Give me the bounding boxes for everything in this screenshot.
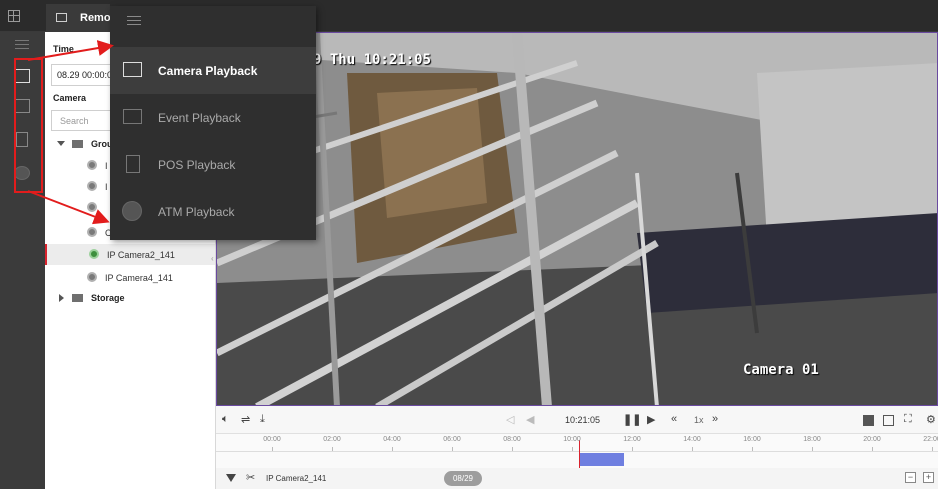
- camera-item-label: I: [105, 182, 108, 192]
- apps-grid-icon[interactable]: [8, 10, 20, 22]
- timeline-camera-name: IP Camera2_141: [266, 474, 327, 483]
- timeline-tick-label: 22:00: [923, 436, 938, 443]
- menu-icon[interactable]: [15, 40, 29, 52]
- timeline-tick-label: 18:00: [803, 436, 821, 443]
- filter-icon[interactable]: [226, 474, 236, 482]
- timeline-tick: [752, 447, 753, 451]
- menu-icon[interactable]: [127, 16, 141, 28]
- current-time-display: 10:21:05: [565, 415, 601, 425]
- timeline-tick: [392, 447, 393, 451]
- zoom-in-button[interactable]: +: [923, 472, 934, 483]
- menu-item-event-playback[interactable]: Event Playback: [110, 94, 316, 141]
- camera-icon: [87, 181, 97, 191]
- camera-item-label: I: [105, 161, 108, 171]
- tree-camera-row-selected[interactable]: IP Camera2_141: [45, 244, 215, 265]
- timeline-tick: [452, 447, 453, 451]
- timeline-cursor[interactable]: [579, 440, 580, 468]
- video-view[interactable]: 9 Thu 10:21:05 Camera 01: [216, 32, 938, 406]
- menu-item-label: POS Playback: [158, 158, 236, 172]
- annotation-highlight-box: [14, 58, 43, 193]
- snapshot-icon[interactable]: [863, 415, 874, 426]
- volume-icon[interactable]: 🔈︎: [222, 413, 229, 426]
- timeline-tick-label: 14:00: [683, 436, 701, 443]
- timeline-axis: [216, 451, 938, 452]
- folder-icon: [72, 140, 83, 148]
- timeline-tick: [812, 447, 813, 451]
- menu-item-label: Event Playback: [158, 111, 241, 125]
- download-icon[interactable]: ⤓: [260, 413, 265, 426]
- timeline-tick: [872, 447, 873, 451]
- pos-playback-icon: [126, 155, 140, 173]
- date-badge[interactable]: 08/29: [444, 471, 482, 486]
- timeline[interactable]: 00:00 02:00 04:00 06:00 08:00 10:00 12:00 14:00…: [216, 434, 938, 468]
- menu-item-label: ATM Playback: [158, 205, 235, 219]
- clip-scissors-icon[interactable]: ✂: [246, 471, 255, 484]
- timeline-tick-label: 08:00: [503, 436, 521, 443]
- reverse-frame-icon[interactable]: ◁: [506, 413, 514, 426]
- atm-playback-icon: [122, 201, 142, 221]
- playback-controls: 🔈︎ ⇌ ⤓ ◁ ◀ 10:21:05 ❚❚ ▶ « 1x » ⛶ ⚙: [216, 406, 938, 434]
- slow-down-icon[interactable]: «: [671, 413, 677, 425]
- selected-camera-label: IP Camera2_141: [107, 250, 175, 260]
- collapse-panel-handle[interactable]: ‹: [211, 254, 215, 264]
- timeline-tick: [512, 447, 513, 451]
- menu-item-atm-playback[interactable]: ATM Playback: [110, 188, 316, 235]
- timeline-tick-label: 00:00: [263, 436, 281, 443]
- storage-label: Storage: [91, 293, 125, 303]
- playback-speed: 1x: [694, 415, 704, 425]
- timeline-tick-label: 10:00: [563, 436, 581, 443]
- menu-item-camera-playback[interactable]: Camera Playback: [110, 47, 316, 94]
- timeline-tick-label: 04:00: [383, 436, 401, 443]
- tree-camera-row[interactable]: IP Camera4_141: [45, 267, 215, 288]
- camera-online-icon: [89, 249, 99, 259]
- camera-icon: [87, 227, 97, 237]
- video-osd-camera-name: Camera 01: [743, 362, 819, 378]
- camera-icon: [87, 202, 97, 212]
- timeline-tick-label: 06:00: [443, 436, 461, 443]
- camera-playback-icon: [123, 62, 142, 77]
- remote-playback-app: Remot Time 08.29 00:00:00 Camera Search …: [0, 0, 938, 489]
- tree-storage-row[interactable]: Storage: [45, 288, 215, 309]
- menu-item-label: Camera Playback: [158, 64, 258, 78]
- timeline-tick: [632, 447, 633, 451]
- layout-icon[interactable]: [883, 415, 894, 426]
- playback-tab-icon: [56, 13, 67, 22]
- timeline-tick-label: 02:00: [323, 436, 341, 443]
- camera-item-label: IP Camera4_141: [105, 273, 173, 283]
- pause-icon[interactable]: ❚❚: [623, 413, 641, 426]
- settings-gear-icon[interactable]: ⚙: [926, 413, 936, 426]
- video-frame-image: [217, 33, 937, 405]
- expand-arrow-icon[interactable]: [59, 294, 64, 302]
- timeline-tick-label: 20:00: [863, 436, 881, 443]
- tab-remote-playback[interactable]: Remot: [46, 4, 114, 32]
- speed-up-icon[interactable]: »: [712, 413, 718, 425]
- timeline-tick: [932, 447, 933, 451]
- timeline-tick: [572, 447, 573, 451]
- zoom-out-button[interactable]: −: [905, 472, 916, 483]
- timeline-tick: [692, 447, 693, 451]
- time-label: Time: [53, 44, 74, 54]
- playback-type-menu: Camera Playback Event Playback POS Playb…: [110, 6, 316, 240]
- expand-arrow-icon[interactable]: [57, 141, 65, 146]
- timeline-footer: ✂ IP Camera2_141 08/29 − +: [216, 468, 938, 489]
- camera-icon: [87, 160, 97, 170]
- reverse-play-icon[interactable]: ◀: [526, 413, 534, 426]
- adjust-icon[interactable]: ⇌: [241, 413, 250, 426]
- next-frame-icon[interactable]: ▶: [647, 413, 655, 426]
- timeline-tick-label: 16:00: [743, 436, 761, 443]
- fullscreen-icon[interactable]: ⛶: [904, 413, 912, 426]
- timeline-tick-label: 12:00: [623, 436, 641, 443]
- timeline-tick: [272, 447, 273, 451]
- timeline-tick: [332, 447, 333, 451]
- camera-icon: [87, 272, 97, 282]
- camera-label: Camera: [53, 93, 87, 103]
- recording-segment[interactable]: [580, 453, 624, 466]
- folder-icon: [72, 294, 83, 302]
- menu-item-pos-playback[interactable]: POS Playback: [110, 141, 316, 188]
- video-osd-timestamp: 9 Thu 10:21:05: [313, 52, 432, 68]
- event-playback-icon: [123, 109, 142, 124]
